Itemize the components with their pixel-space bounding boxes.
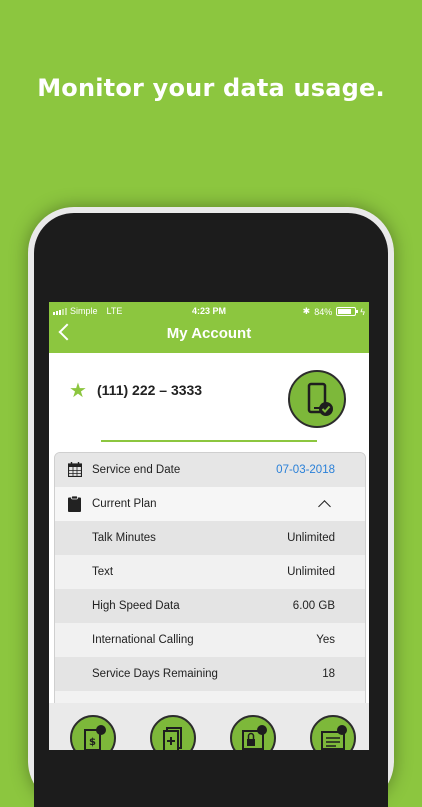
current-plan-label: Current Plan (92, 498, 157, 510)
svg-text:$: $ (89, 737, 96, 748)
plan-item-value: 18 (322, 668, 335, 680)
plan-item-row: International Calling Yes (55, 623, 365, 657)
device-button[interactable] (288, 370, 346, 428)
plan-item-row: Talk Minutes Unlimited (55, 521, 365, 555)
app-screen: Simple LTE 4:23 PM ✱ 84% ϟ My Account ★ … (49, 302, 369, 750)
bluetooth-icon: ✱ (302, 306, 311, 316)
plan-item-label: High Speed Data (92, 600, 180, 612)
lock-button[interactable] (230, 715, 276, 750)
divider (101, 440, 317, 442)
billing-button[interactable] (310, 715, 356, 750)
plan-item-value: Unlimited (287, 532, 335, 544)
clipboard-icon (68, 496, 81, 512)
headline: Monitor your data usage. (37, 74, 385, 102)
status-bar: Simple LTE 4:23 PM ✱ 84% ϟ (49, 305, 369, 319)
battery-icon (336, 307, 359, 316)
chevron-up-icon[interactable] (318, 500, 331, 513)
action-bar: $ (49, 703, 369, 750)
plan-item-value: Unlimited (287, 566, 335, 578)
plan-item-label: Service Days Remaining (92, 668, 218, 680)
phone-check-icon (307, 382, 333, 416)
add-plan-icon (163, 727, 182, 750)
app-bar: Simple LTE 4:23 PM ✱ 84% ϟ My Account (49, 302, 369, 353)
lock-icon (242, 725, 267, 750)
plan-item-row: High Speed Data 6.00 GB (55, 589, 365, 623)
battery-percent: 84% (314, 306, 333, 317)
plan-item-row: Service Days Remaining 18 (55, 657, 365, 691)
add-plan-button[interactable] (150, 715, 196, 750)
plan-item-label: Text (92, 566, 114, 578)
plan-item-label: Talk Minutes (92, 532, 156, 544)
service-end-row: Service end Date 07-03-2018 (55, 453, 365, 487)
plan-item-row: Text Unlimited (55, 555, 365, 589)
charging-icon: ϟ (360, 306, 365, 317)
service-end-label: Service end Date (92, 464, 181, 476)
add-funds-icon: $ (84, 725, 106, 750)
billing-icon (321, 725, 347, 750)
plan-item-value: Yes (316, 634, 335, 646)
add-funds-button[interactable]: $ (70, 715, 116, 750)
star-icon[interactable]: ★ (69, 378, 87, 403)
service-end-value: 07-03-2018 (276, 464, 335, 476)
plan-item-value: 6.00 GB (292, 600, 335, 612)
page-title: My Account (166, 325, 252, 342)
calendar-icon (68, 462, 82, 477)
phone-number: (111) 222 – 3333 (97, 382, 203, 398)
plan-item-label: International Calling (92, 634, 194, 646)
current-plan-row[interactable]: Current Plan (55, 487, 365, 521)
